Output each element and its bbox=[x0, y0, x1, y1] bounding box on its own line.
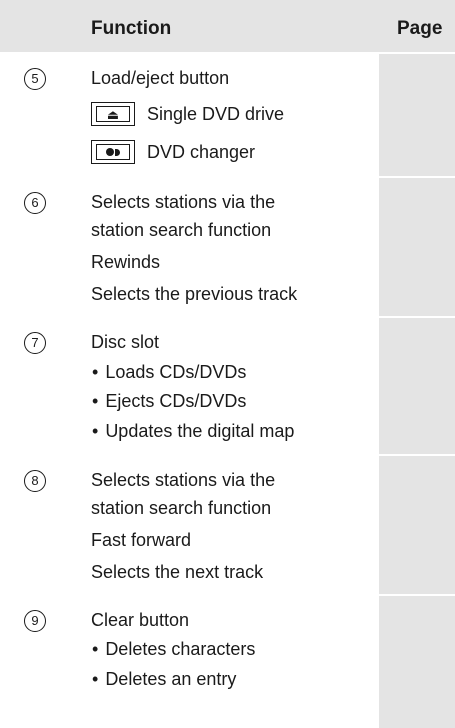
table-row: 6 Selects stations via the station searc… bbox=[0, 176, 455, 318]
eject-key: ⏏ bbox=[91, 102, 135, 126]
circled-number: 9 bbox=[24, 610, 46, 632]
header-function: Function bbox=[91, 18, 172, 39]
dvd-changer-icon bbox=[106, 148, 120, 156]
function-text: Selects stations via the bbox=[91, 192, 276, 212]
table-row: 5 Load/eject button ⏏ Single DVD drive D… bbox=[0, 52, 455, 178]
table-header: Function Page bbox=[0, 0, 455, 52]
dvd-changer-key bbox=[91, 140, 135, 164]
page-cell bbox=[379, 178, 455, 316]
function-table: Function Page 5 Load/eject button ⏏ Sing… bbox=[0, 0, 455, 728]
bullet-item: Updates the digital map bbox=[92, 420, 294, 442]
function-text: station search function bbox=[91, 220, 272, 240]
function-text: Rewinds bbox=[91, 252, 161, 272]
table-row: 7 Disc slot Loads CDs/DVDs Ejects CDs/DV… bbox=[0, 316, 455, 456]
function-text: Selects the previous track bbox=[91, 284, 298, 304]
function-text: Load/eject button bbox=[91, 68, 230, 88]
function-text: Selects the next track bbox=[91, 562, 264, 582]
circled-number: 5 bbox=[24, 68, 46, 90]
function-text: Fast forward bbox=[91, 530, 192, 550]
circled-number: 8 bbox=[24, 470, 46, 492]
bullet-item: Loads CDs/DVDs bbox=[92, 361, 246, 383]
circled-number: 7 bbox=[24, 332, 46, 354]
function-text: Single DVD drive bbox=[147, 104, 285, 124]
bullet-item: Deletes an entry bbox=[92, 668, 236, 690]
bullet-item: Deletes characters bbox=[92, 638, 255, 660]
table-row: 8 Selects stations via the station searc… bbox=[0, 454, 455, 596]
function-text: Clear button bbox=[91, 610, 190, 630]
page-cell bbox=[379, 596, 455, 728]
header-page: Page bbox=[397, 18, 443, 39]
eject-icon: ⏏ bbox=[106, 106, 120, 122]
function-text: station search function bbox=[91, 498, 272, 518]
page-cell bbox=[379, 318, 455, 454]
circled-number: 6 bbox=[24, 192, 46, 214]
table-row: 9 Clear button Deletes characters Delete… bbox=[0, 594, 455, 728]
function-text: Selects stations via the bbox=[91, 470, 276, 490]
function-text: DVD changer bbox=[147, 142, 256, 162]
page-cell bbox=[379, 456, 455, 594]
bullet-item: Ejects CDs/DVDs bbox=[92, 390, 246, 412]
function-text: Disc slot bbox=[91, 332, 160, 352]
page-cell bbox=[379, 54, 455, 176]
